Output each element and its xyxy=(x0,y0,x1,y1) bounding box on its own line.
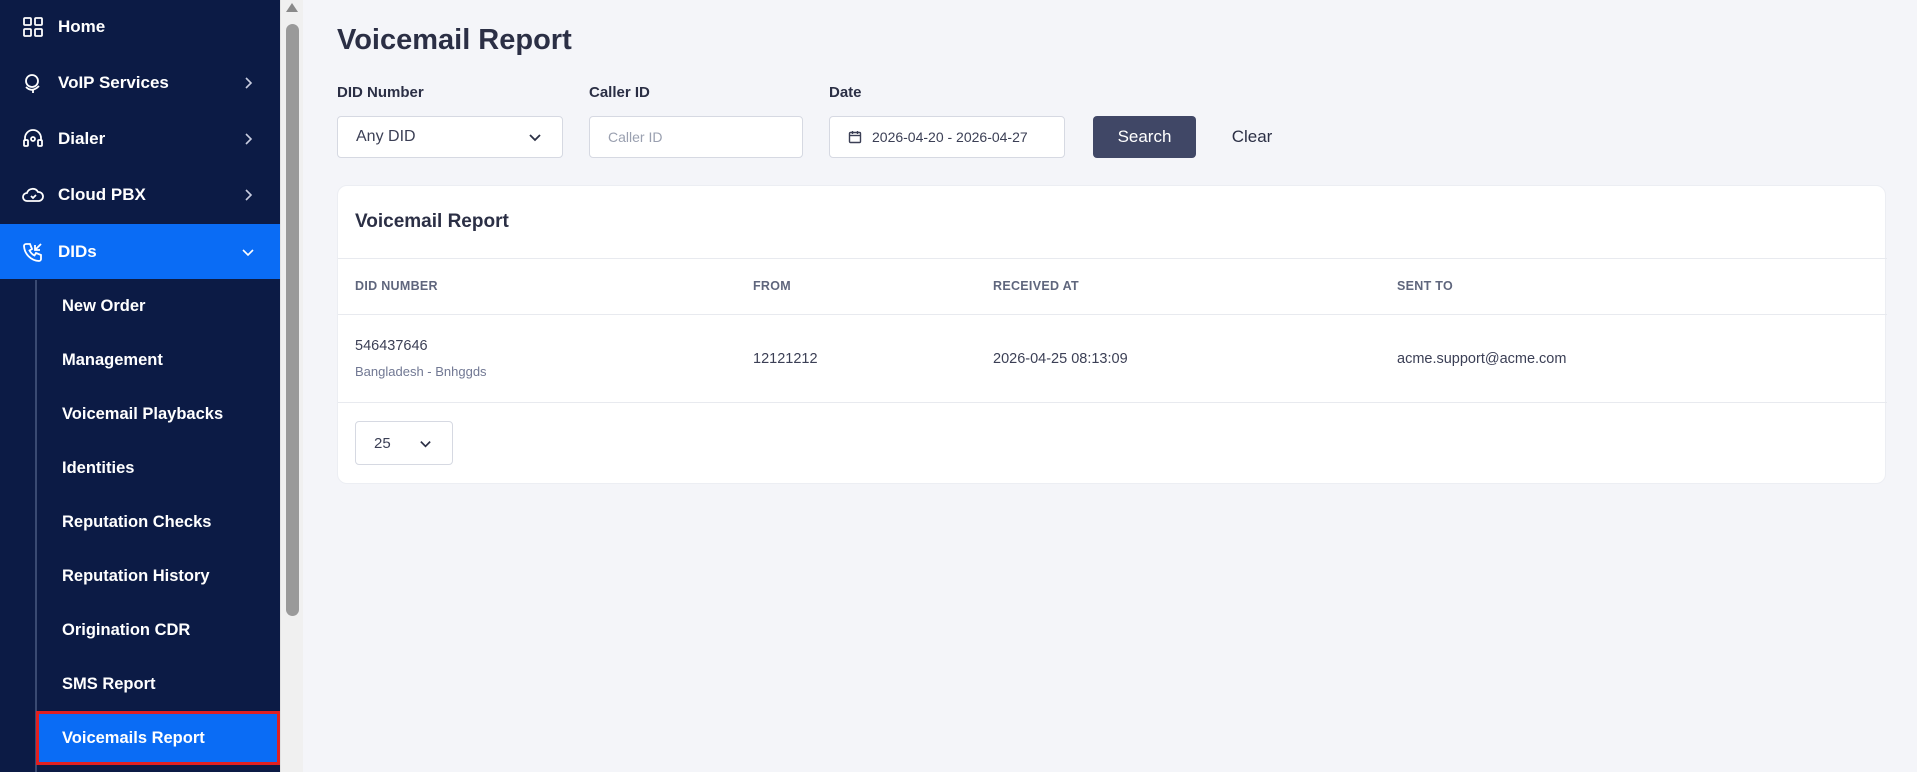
sidebar-item-dialer[interactable]: Dialer xyxy=(0,112,280,166)
sidebar-item-home[interactable]: Home xyxy=(0,0,280,54)
sidebar-scrollbar[interactable] xyxy=(280,0,303,772)
cell-received-at: 2026-04-25 08:13:09 xyxy=(993,351,1128,367)
caller-id-label: Caller ID xyxy=(589,84,650,101)
cloud-phone-icon xyxy=(22,184,44,206)
column-header-received-at[interactable]: RECEIVED AT xyxy=(993,279,1079,293)
page-size-select[interactable]: 25 xyxy=(355,421,453,465)
date-range-input[interactable]: 2026-04-20 - 2026-04-27 xyxy=(829,116,1065,158)
chevron-down-icon xyxy=(420,441,431,448)
headset-icon xyxy=(22,128,44,150)
column-header-from[interactable]: FROM xyxy=(753,279,791,293)
calendar-icon xyxy=(848,131,862,144)
sidebar-item-dids[interactable]: DIDs xyxy=(0,224,280,279)
sidebar-subitem-label: Reputation Checks xyxy=(62,512,212,531)
sidebar-item-label: Home xyxy=(58,17,106,36)
globe-icon xyxy=(22,72,44,94)
date-range-value: 2026-04-20 - 2026-04-27 xyxy=(872,129,1028,145)
sidebar-subitem-voicemails-report[interactable]: Voicemails Report xyxy=(36,711,280,765)
sidebar-subitem-reputation-checks[interactable]: Reputation Checks xyxy=(36,495,280,549)
search-button[interactable]: Search xyxy=(1093,116,1196,158)
did-number-select[interactable]: Any DID xyxy=(337,116,563,158)
did-number-label: DID Number xyxy=(337,84,424,101)
sidebar-item-label: VoIP Services xyxy=(58,73,169,92)
sidebar-subitem-label: Origination CDR xyxy=(62,620,191,639)
sidebar-subitem-management[interactable]: Management xyxy=(36,333,280,387)
sidebar-subitem-label: New Order xyxy=(62,296,146,315)
chevron-right-icon xyxy=(245,77,253,89)
sidebar-item-label: DIDs xyxy=(58,241,97,261)
column-header-sent-to[interactable]: SENT TO xyxy=(1397,279,1453,293)
sidebar-subitem-label: SMS Report xyxy=(62,674,156,693)
divider xyxy=(338,314,1887,315)
sidebar-subitem-label: Identities xyxy=(62,458,135,477)
sidebar-item-label: Cloud PBX xyxy=(58,185,146,204)
scroll-up-arrow-icon[interactable] xyxy=(286,3,298,12)
clear-button[interactable]: Clear xyxy=(1222,116,1282,158)
sidebar-subitem-sms-report[interactable]: SMS Report xyxy=(36,657,280,711)
sidebar: Home VoIP Services Dialer Cloud PBX DIDs… xyxy=(0,0,280,772)
scroll-thumb[interactable] xyxy=(286,24,299,616)
page-title: Voicemail Report xyxy=(337,24,572,56)
chevron-down-icon xyxy=(529,134,541,142)
divider xyxy=(338,258,1887,259)
sidebar-subitem-label: Voicemail Playbacks xyxy=(62,404,224,423)
sidebar-item-cloud-pbx[interactable]: Cloud PBX xyxy=(0,168,280,222)
caller-id-input[interactable] xyxy=(589,116,803,158)
sidebar-item-label: Dialer xyxy=(58,129,106,148)
sidebar-subitem-label: Reputation History xyxy=(62,566,210,585)
sidebar-subitem-reputation-history[interactable]: Reputation History xyxy=(36,549,280,603)
page-size-value: 25 xyxy=(374,434,391,452)
phone-incoming-icon xyxy=(22,241,44,263)
cell-from: 12121212 xyxy=(753,351,818,367)
sidebar-subitem-origination-cdr[interactable]: Origination CDR xyxy=(36,603,280,657)
chevron-right-icon xyxy=(245,133,253,145)
sidebar-subitem-identities[interactable]: Identities xyxy=(36,441,280,495)
cell-did-number: 546437646 xyxy=(355,338,428,354)
sidebar-subitem-label: Management xyxy=(62,350,163,369)
sidebar-item-voip-services[interactable]: VoIP Services xyxy=(0,56,280,110)
did-number-value: Any DID xyxy=(356,128,416,145)
chevron-down-icon xyxy=(242,248,254,256)
voicemail-report-card: Voicemail Report DID NUMBER FROM RECEIVE… xyxy=(337,185,1887,484)
divider xyxy=(338,402,1887,403)
sidebar-subitem-voicemail-playbacks[interactable]: Voicemail Playbacks xyxy=(36,387,280,441)
grid-icon xyxy=(22,16,44,38)
date-label: Date xyxy=(829,84,862,101)
sidebar-subitem-new-order[interactable]: New Order xyxy=(36,279,280,333)
sidebar-subitem-label: Voicemails Report xyxy=(62,728,205,747)
card-title: Voicemail Report xyxy=(355,211,509,232)
chevron-right-icon xyxy=(245,189,253,201)
cell-sent-to: acme.support@acme.com xyxy=(1397,351,1567,367)
cell-did-location: Bangladesh - Bnhggds xyxy=(355,364,487,379)
column-header-did-number[interactable]: DID NUMBER xyxy=(355,279,438,293)
